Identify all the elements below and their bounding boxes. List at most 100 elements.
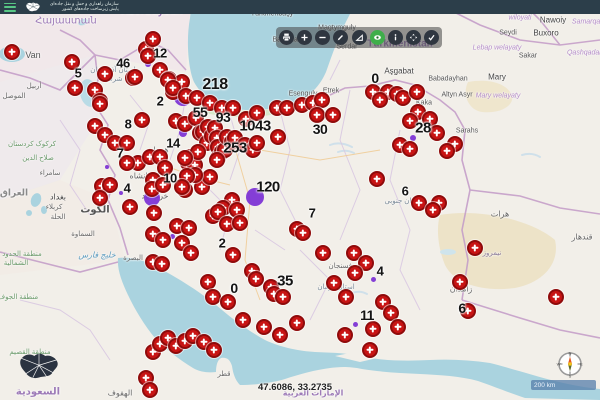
red-plus-marker[interactable] [256,319,272,335]
red-plus-marker[interactable] [372,92,388,108]
red-plus-marker[interactable] [272,327,288,343]
red-plus-marker[interactable] [181,220,197,236]
red-plus-marker[interactable] [429,125,445,141]
cluster-count-label: 4 [377,264,384,279]
red-plus-marker[interactable] [365,321,381,337]
red-plus-marker[interactable] [295,225,311,241]
cluster-count-label: 1043 [239,118,270,135]
red-plus-marker[interactable] [326,275,342,291]
red-plus-marker[interactable] [548,289,564,305]
organization-logo-icon [21,1,45,13]
map-place-label: قطر [218,370,231,378]
red-plus-marker[interactable] [279,100,295,116]
red-plus-marker[interactable] [270,129,286,145]
map-place-label: Qashqadaryo [567,50,600,57]
map-place-label: قندهار [572,233,593,242]
pencil-icon [336,33,345,42]
red-plus-marker[interactable] [452,274,468,290]
red-plus-marker[interactable] [92,190,108,206]
red-plus-marker[interactable] [232,215,248,231]
red-plus-marker[interactable] [67,80,83,96]
red-plus-marker[interactable] [142,382,158,398]
confirm-button[interactable] [424,30,439,45]
red-plus-marker[interactable] [275,289,291,305]
red-plus-marker[interactable] [92,96,108,112]
map-place-label: Sakar [519,53,537,60]
red-plus-marker[interactable] [315,245,331,261]
map-place-label: Buxoro [533,29,558,38]
map-place-label: Van [25,50,40,60]
map-place-label: الهفوف [108,389,133,398]
info-button[interactable] [388,30,403,45]
hamburger-menu-button[interactable] [4,3,16,12]
map-place-label: الحلة [51,213,66,221]
cluster-count-label: 2 [157,94,164,109]
map-place-label: الشمالية [4,259,29,267]
red-plus-marker[interactable] [183,245,199,261]
organization-watermark-logo [16,348,62,389]
red-plus-marker[interactable] [4,44,20,60]
layers-visibility-button[interactable] [370,30,385,45]
purple-cluster-marker[interactable] [353,322,358,327]
red-plus-marker[interactable] [205,289,221,305]
cluster-count-label: 218 [202,76,227,94]
compass-control[interactable]: NESW [557,351,583,377]
cluster-count-label: 7 [117,146,124,161]
draw-button[interactable] [333,30,348,45]
cluster-count-label: 0 [371,70,378,86]
cluster-count-label: 12 [153,46,166,61]
purple-cluster-marker[interactable] [105,165,109,169]
map-place-label: Sarahs [456,128,478,135]
map-place-label: خلیج فارس [78,251,115,260]
red-plus-marker[interactable] [146,205,162,221]
red-plus-marker[interactable] [202,169,218,185]
red-plus-marker[interactable] [347,265,363,281]
red-plus-marker[interactable] [390,319,406,335]
purple-cluster-marker[interactable] [119,191,123,195]
map-place-label: کرکوک کردستان [8,140,56,148]
red-plus-marker[interactable] [338,289,354,305]
red-plus-marker[interactable] [177,150,193,166]
info-icon [391,33,400,42]
red-plus-marker[interactable] [127,69,143,85]
expand-button[interactable] [406,30,421,45]
red-plus-marker[interactable] [154,256,170,272]
red-plus-marker[interactable] [248,271,264,287]
red-plus-marker[interactable] [362,342,378,358]
red-plus-marker[interactable] [425,202,441,218]
red-plus-marker[interactable] [314,92,330,108]
red-plus-marker[interactable] [155,232,171,248]
red-plus-marker[interactable] [235,312,251,328]
red-plus-marker[interactable] [200,274,216,290]
app-title: سازمان راهداری و حمل و نقل جاده‌ای پایش … [50,2,119,11]
zoom-out-button[interactable] [315,30,330,45]
red-plus-marker[interactable] [337,327,353,343]
cluster-count-label: 7 [309,206,316,221]
red-plus-marker[interactable] [439,143,455,159]
red-plus-marker[interactable] [97,66,113,82]
map-place-label: الكوت [80,205,109,216]
red-plus-marker[interactable] [467,240,483,256]
scale-bar: 200 km [531,380,596,390]
purple-cluster-marker[interactable] [371,277,376,282]
scale-label: 200 km [531,382,555,389]
red-plus-marker[interactable] [134,112,150,128]
red-plus-marker[interactable] [409,84,425,100]
map-place-label: Nawoiy [540,16,566,25]
map-canvas[interactable]: AzərbaycanՀայաստանVanTürkmenbaşyMagtymgu… [0,0,600,400]
red-plus-marker[interactable] [249,135,265,151]
cluster-count-label: 28 [415,120,431,137]
red-plus-marker[interactable] [206,342,222,358]
map-place-label: بغداد [50,193,66,202]
map-place-label: الموصل [3,92,26,100]
red-plus-marker[interactable] [220,294,236,310]
red-plus-marker[interactable] [289,315,305,331]
zoom-in-button[interactable] [297,30,312,45]
print-button[interactable] [279,30,294,45]
red-plus-marker[interactable] [369,171,385,187]
red-plus-marker[interactable] [402,141,418,157]
map-place-label: السماوة [71,230,95,238]
red-plus-marker[interactable] [225,247,241,263]
red-plus-marker[interactable] [122,199,138,215]
measure-button[interactable] [352,30,367,45]
